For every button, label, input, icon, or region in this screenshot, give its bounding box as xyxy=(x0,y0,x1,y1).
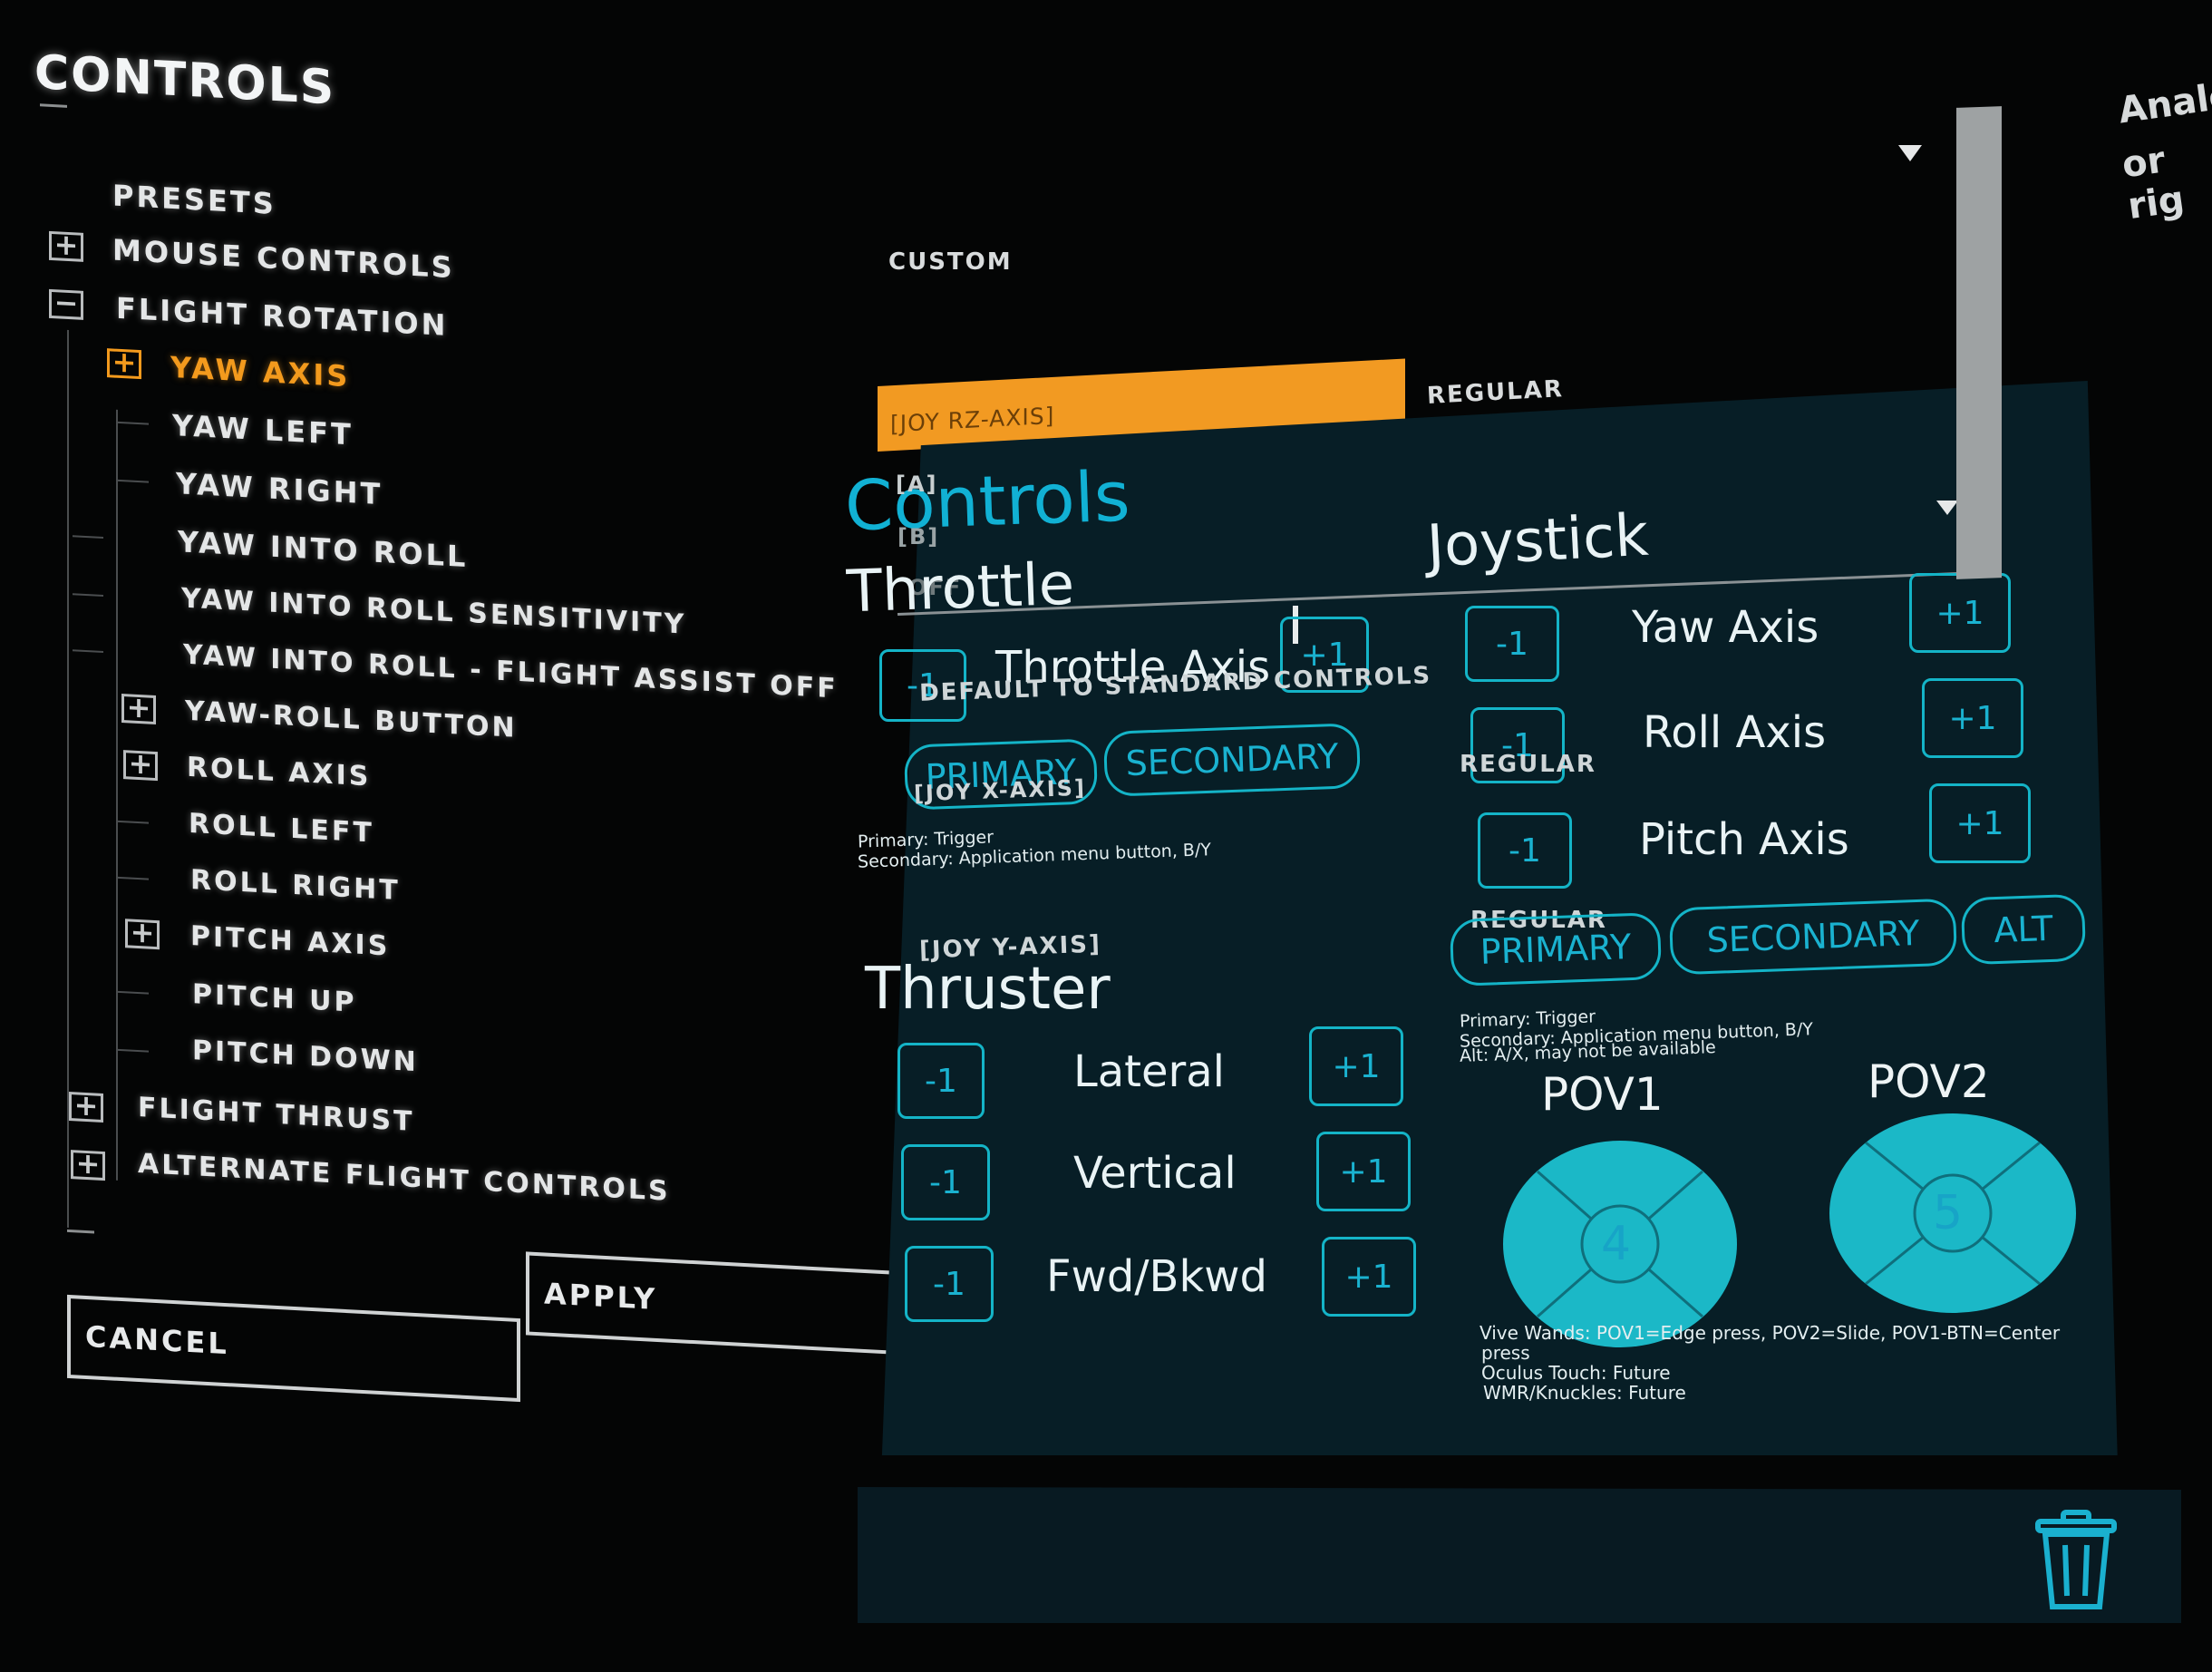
pov1-label: POV1 xyxy=(1541,1068,1664,1121)
pitch-minus-button[interactable]: -1 xyxy=(1478,812,1572,889)
pov1-center-button[interactable]: 4 xyxy=(1601,1217,1631,1271)
joystick-heading: Joystick xyxy=(1425,501,1651,581)
fwd-bkwd-minus-button[interactable]: -1 xyxy=(905,1246,994,1322)
menu-item-yaw-into-roll-sensitivity[interactable]: YAW INTO ROLL SENSITIVITY xyxy=(181,582,686,640)
vertical-label: Vertical xyxy=(1073,1148,1237,1199)
lateral-minus-button[interactable]: -1 xyxy=(897,1043,985,1119)
pov1-pad[interactable]: 4 xyxy=(1503,1141,1737,1347)
cancel-button[interactable]: CANCEL xyxy=(67,1294,520,1403)
menu-item-yaw-roll-button[interactable]: YAW-ROLL BUTTON xyxy=(185,695,518,744)
apply-button[interactable]: APPLY xyxy=(526,1251,925,1356)
lateral-plus-button[interactable]: +1 xyxy=(1309,1026,1403,1106)
dropdown-arrow-icon[interactable] xyxy=(1936,501,1958,515)
menu-title: CONTROLS xyxy=(34,44,336,116)
yaw-axis-label: Yaw Axis xyxy=(1632,602,1819,653)
menu-item-yaw-left[interactable]: YAW LEFT xyxy=(172,408,354,452)
menu-item-pitch-axis[interactable]: PITCH AXIS xyxy=(190,920,390,963)
panel-title: Controls xyxy=(843,455,1131,547)
menu-item-flight-thrust[interactable]: FLIGHT THRUST xyxy=(138,1092,415,1138)
pitch-plus-button[interactable]: +1 xyxy=(1929,783,2031,863)
yaw-axis-binding: [JOY RZ-AXIS] xyxy=(890,402,1055,438)
fwd-bkwd-plus-button[interactable]: +1 xyxy=(1322,1237,1416,1317)
thruster-heading: Thruster xyxy=(865,956,1111,1023)
collapse-icon[interactable]: − xyxy=(49,285,83,321)
fwd-bkwd-label: Fwd/Bkwd xyxy=(1046,1251,1267,1302)
tree-branch xyxy=(118,990,149,995)
binding-a: [A] xyxy=(896,471,938,497)
menu-item-flight-rotation[interactable]: FLIGHT ROTATION xyxy=(116,291,448,343)
joystick-primary-button[interactable]: PRIMARY xyxy=(1449,911,1663,987)
menu-item-presets[interactable]: PRESETS xyxy=(112,178,276,220)
tree-branch xyxy=(73,535,103,539)
tree-branch xyxy=(73,649,103,653)
vertical-minus-button[interactable]: -1 xyxy=(901,1144,990,1220)
menu-item-yaw-right[interactable]: YAW RIGHT xyxy=(176,466,383,511)
pov2-center-button[interactable]: 5 xyxy=(1933,1186,1963,1240)
pov2-label: POV2 xyxy=(1868,1055,1990,1108)
trash-icon[interactable] xyxy=(2031,1509,2121,1614)
menu-item-yaw-into-roll[interactable]: YAW INTO ROLL xyxy=(178,524,468,574)
expand-icon[interactable]: + xyxy=(71,1145,105,1181)
menu-item-roll-axis[interactable]: ROLL AXIS xyxy=(187,752,371,793)
expand-icon[interactable]: + xyxy=(125,915,160,950)
roll-axis-label: Roll Axis xyxy=(1643,707,1827,758)
pov-note-vive: Vive Wands: POV1=Edge press, POV2=Slide,… xyxy=(1480,1322,2061,1344)
menu-item-roll-left[interactable]: ROLL LEFT xyxy=(189,808,374,850)
scrollbar[interactable] xyxy=(1956,106,2002,579)
controls-menu: CONTROLS PRESETS + MOUSE CONTROLS − FLIG… xyxy=(0,0,979,1593)
right-description-line-2: or rig xyxy=(2120,139,2188,228)
tree-line xyxy=(116,409,118,1181)
menu-item-pitch-up[interactable]: PITCH UP xyxy=(192,978,357,1019)
tree-branch xyxy=(118,820,149,824)
pov-note-press: press xyxy=(1481,1342,1530,1364)
expand-icon[interactable]: + xyxy=(121,689,156,725)
menu-item-yaw-into-roll-fa-off[interactable]: YAW INTO ROLL - FLIGHT ASSIST OFF xyxy=(183,639,839,705)
tree-branch xyxy=(118,1048,149,1053)
title-underline xyxy=(40,103,67,108)
roll-plus-button[interactable]: +1 xyxy=(1922,678,2023,758)
yaw-axis-mode[interactable]: REGULAR xyxy=(1426,375,1564,410)
menu-item-mouse-controls[interactable]: MOUSE CONTROLS xyxy=(112,232,455,285)
expand-icon[interactable]: + xyxy=(123,745,158,782)
joystick-alt-button[interactable]: ALT xyxy=(1960,893,2087,966)
throttle-heading: Throttle xyxy=(845,550,1076,627)
menu-item-roll-right[interactable]: ROLL RIGHT xyxy=(190,864,401,907)
yaw-plus-button[interactable]: +1 xyxy=(1909,573,2011,653)
menu-item-yaw-axis[interactable]: YAW AXIS xyxy=(170,350,350,394)
menu-item-pitch-down[interactable]: PITCH DOWN xyxy=(192,1035,419,1078)
throttle-secondary-button[interactable]: SECONDARY xyxy=(1102,723,1362,797)
tree-branch xyxy=(118,876,149,880)
vertical-plus-button[interactable]: +1 xyxy=(1316,1132,1411,1211)
menu-item-alternate-flight-controls[interactable]: ALTERNATE FLIGHT CONTROLS xyxy=(138,1148,671,1208)
tree-branch xyxy=(118,421,149,425)
yaw-minus-button[interactable]: -1 xyxy=(1465,606,1559,682)
tree-branch xyxy=(73,593,103,597)
expand-icon[interactable]: + xyxy=(69,1087,103,1123)
expand-icon[interactable]: + xyxy=(49,227,83,263)
lateral-label: Lateral xyxy=(1073,1046,1225,1097)
pov2-pad[interactable]: 5 xyxy=(1829,1113,2076,1313)
bottom-bar xyxy=(858,1487,2181,1623)
joystick-secondary-button[interactable]: SECONDARY xyxy=(1668,898,1958,976)
expand-icon[interactable]: + xyxy=(107,344,141,380)
binding-b: [B] xyxy=(897,524,940,549)
pov-note-oculus: Oculus Touch: Future xyxy=(1481,1362,1671,1384)
preset-value[interactable]: CUSTOM xyxy=(888,248,1013,276)
dropdown-arrow-icon[interactable] xyxy=(1898,145,1922,161)
pitch-axis-label: Pitch Axis xyxy=(1639,814,1849,865)
tree-branch xyxy=(118,479,149,483)
separator xyxy=(67,1229,94,1234)
pov-note-wmr: WMR/Knuckles: Future xyxy=(1483,1382,1686,1404)
regular-label[interactable]: REGULAR xyxy=(1460,751,1596,778)
right-description-line-1: Analo xyxy=(2116,74,2212,132)
